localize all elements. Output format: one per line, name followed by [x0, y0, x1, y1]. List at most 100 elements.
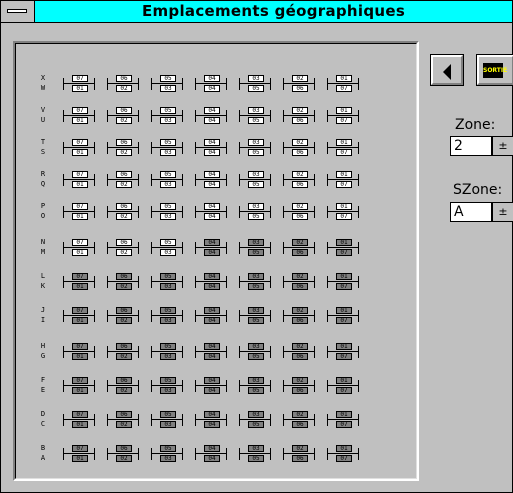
location-cell[interactable]: 04 04: [195, 107, 227, 125]
back-button[interactable]: [430, 54, 464, 86]
location-cell[interactable]: 02 06: [283, 107, 315, 125]
location-cell[interactable]: 04 04: [195, 171, 227, 189]
location-cell[interactable]: 03 05: [239, 139, 271, 157]
location-cell[interactable]: 07 01: [63, 139, 95, 157]
location-cell[interactable]: 04 04: [195, 377, 227, 395]
location-cell[interactable]: 04 04: [195, 139, 227, 157]
location-cell[interactable]: 07 01: [63, 107, 95, 125]
location-cell[interactable]: 01 07: [327, 203, 359, 221]
location-cell[interactable]: 02 06: [283, 203, 315, 221]
location-cell[interactable]: 02 06: [283, 445, 315, 463]
szone-spin-button[interactable]: ±: [492, 202, 513, 222]
location-cell[interactable]: 02 06: [283, 273, 315, 291]
cell-rail: [63, 242, 64, 254]
location-cell[interactable]: 05 03: [151, 411, 183, 429]
location-cell[interactable]: 06 02: [107, 171, 139, 189]
location-cell[interactable]: 07 01: [63, 343, 95, 361]
location-cell[interactable]: 05 03: [151, 203, 183, 221]
location-cell[interactable]: 04 04: [195, 445, 227, 463]
location-cell[interactable]: 06 02: [107, 107, 139, 125]
location-cell[interactable]: 01 07: [327, 307, 359, 325]
location-cell[interactable]: 01 07: [327, 343, 359, 361]
location-cell[interactable]: 07 01: [63, 307, 95, 325]
location-cell[interactable]: 03 05: [239, 239, 271, 257]
location-cell[interactable]: 06 02: [107, 411, 139, 429]
location-cell[interactable]: 01 07: [327, 411, 359, 429]
location-cell[interactable]: 06 02: [107, 343, 139, 361]
cell-rail: [182, 242, 183, 254]
location-cell[interactable]: 03 05: [239, 343, 271, 361]
location-cell[interactable]: 02 06: [283, 307, 315, 325]
location-cell[interactable]: 05 03: [151, 273, 183, 291]
location-cell[interactable]: 05 03: [151, 445, 183, 463]
zone-spin-button[interactable]: ±: [492, 136, 513, 156]
cell-rail: [182, 310, 183, 322]
location-cell[interactable]: 07 01: [63, 273, 95, 291]
location-cell[interactable]: 04 04: [195, 343, 227, 361]
location-cell[interactable]: 01 07: [327, 139, 359, 157]
location-cell[interactable]: 07 01: [63, 203, 95, 221]
location-cell[interactable]: 04 04: [195, 307, 227, 325]
location-cell[interactable]: 06 02: [107, 239, 139, 257]
location-cell[interactable]: 03 05: [239, 411, 271, 429]
location-cell[interactable]: 04 04: [195, 411, 227, 429]
location-cell[interactable]: 05 03: [151, 307, 183, 325]
location-cell[interactable]: 07 01: [63, 75, 95, 93]
location-cell[interactable]: 03 05: [239, 75, 271, 93]
system-menu-button[interactable]: [1, 1, 35, 22]
location-cell[interactable]: 02 06: [283, 139, 315, 157]
location-cell[interactable]: 05 03: [151, 139, 183, 157]
location-cell[interactable]: 01 07: [327, 107, 359, 125]
location-cell[interactable]: 01 07: [327, 445, 359, 463]
location-cell[interactable]: 04 04: [195, 203, 227, 221]
location-cell[interactable]: 01 07: [327, 273, 359, 291]
location-cell[interactable]: 02 06: [283, 377, 315, 395]
location-cell[interactable]: 06 02: [107, 139, 139, 157]
cell-number-bottom: 04: [204, 117, 220, 124]
location-cell[interactable]: 01 07: [327, 377, 359, 395]
location-cell[interactable]: 06 02: [107, 445, 139, 463]
location-cell[interactable]: 06 02: [107, 273, 139, 291]
location-cell[interactable]: 07 01: [63, 445, 95, 463]
cell-number-bottom: 06: [292, 387, 308, 394]
location-cell[interactable]: 01 07: [327, 75, 359, 93]
location-cell[interactable]: 06 02: [107, 203, 139, 221]
location-cell[interactable]: 03 05: [239, 107, 271, 125]
cell-number-bottom: 05: [248, 421, 264, 428]
location-cell[interactable]: 03 05: [239, 445, 271, 463]
location-cell[interactable]: 03 05: [239, 171, 271, 189]
sortie-button[interactable]: SORTIE: [476, 54, 513, 86]
row-letter-bottom: M: [40, 248, 46, 256]
location-cell[interactable]: 03 05: [239, 377, 271, 395]
location-cell[interactable]: 07 01: [63, 171, 95, 189]
location-cell[interactable]: 02 06: [283, 343, 315, 361]
location-cell[interactable]: 07 01: [63, 377, 95, 395]
location-cell[interactable]: 02 06: [283, 239, 315, 257]
location-cell[interactable]: 02 06: [283, 171, 315, 189]
location-cell[interactable]: 05 03: [151, 377, 183, 395]
location-cell[interactable]: 06 02: [107, 377, 139, 395]
location-cell[interactable]: 01 07: [327, 171, 359, 189]
location-cell[interactable]: 07 01: [63, 411, 95, 429]
location-cell[interactable]: 06 02: [107, 307, 139, 325]
location-cell[interactable]: 03 05: [239, 307, 271, 325]
location-cell[interactable]: 02 06: [283, 75, 315, 93]
location-cell[interactable]: 05 03: [151, 239, 183, 257]
location-cell[interactable]: 04 04: [195, 75, 227, 93]
location-cell[interactable]: 05 03: [151, 343, 183, 361]
cell-rail: [327, 453, 359, 454]
location-cell[interactable]: 07 01: [63, 239, 95, 257]
location-cell[interactable]: 05 03: [151, 107, 183, 125]
location-cell[interactable]: 02 06: [283, 411, 315, 429]
cell-number-top: 06: [116, 307, 132, 314]
location-cell[interactable]: 03 05: [239, 203, 271, 221]
location-cell[interactable]: 04 04: [195, 239, 227, 257]
location-cell[interactable]: 06 02: [107, 75, 139, 93]
location-cell[interactable]: 05 03: [151, 171, 183, 189]
zone-input[interactable]: 2: [450, 136, 492, 156]
location-cell[interactable]: 05 03: [151, 75, 183, 93]
location-cell[interactable]: 03 05: [239, 273, 271, 291]
location-cell[interactable]: 01 07: [327, 239, 359, 257]
location-cell[interactable]: 04 04: [195, 273, 227, 291]
szone-input[interactable]: A: [450, 202, 492, 222]
